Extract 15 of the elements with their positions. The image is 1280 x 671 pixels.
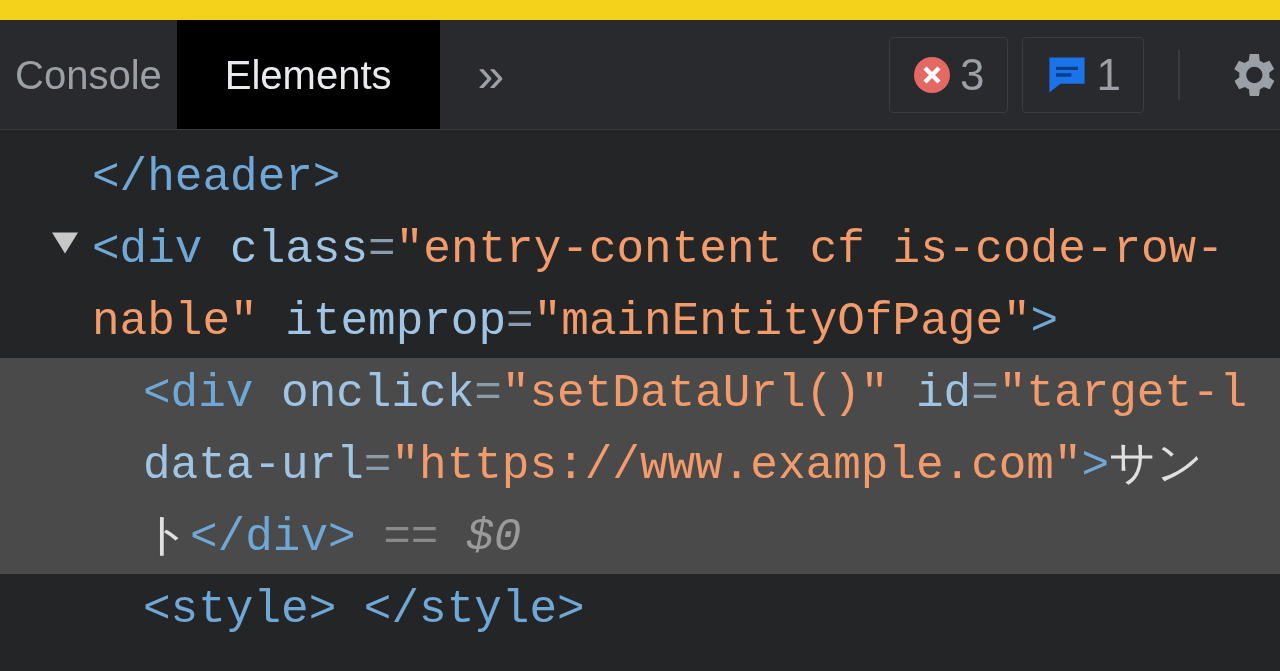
code-line: <style> </style> — [143, 582, 585, 638]
code-line: data-url="https://www.example.com">サン — [143, 438, 1204, 494]
expand-toggle-icon[interactable] — [52, 230, 78, 256]
code-line: </header> — [92, 150, 341, 206]
code-line: nable" itemprop="mainEntityOfPage"> — [92, 294, 1059, 350]
code-line: <div class="entry-content cf is-code-row- — [92, 222, 1224, 278]
selected-row-highlight[interactable]: <div onclick="setDataUrl()" id="target-l data-url="https://www.example.com">サン ト</div> == $0 — [0, 358, 1280, 574]
error-count-button[interactable]: 3 — [889, 36, 1008, 113]
error-icon — [912, 54, 953, 95]
more-tabs-button[interactable]: » — [477, 50, 505, 99]
panel-tab[interactable]: Console — [0, 20, 177, 129]
code-line: <div onclick="setDataUrl()" id="target-l — [143, 366, 1248, 422]
panel-tab[interactable]: Elements — [176, 20, 440, 129]
code-line: ト</div> == $0 — [143, 510, 522, 566]
message-count-button[interactable]: 1 — [1021, 36, 1144, 113]
